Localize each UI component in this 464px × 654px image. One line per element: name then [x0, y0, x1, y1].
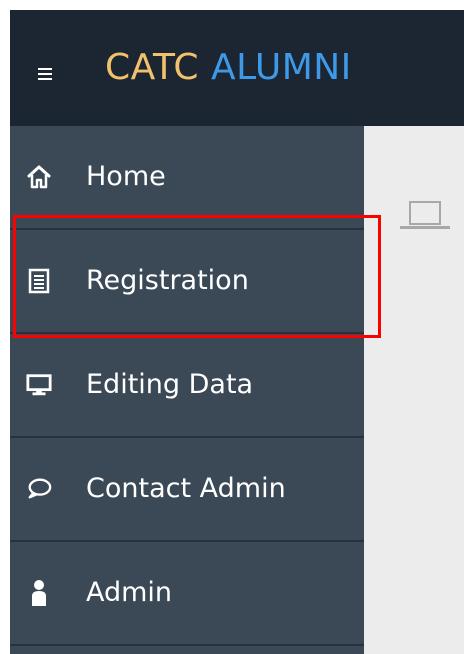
sidebar-item-admin[interactable]: Admin [10, 542, 364, 646]
home-icon [26, 164, 52, 190]
hamburger-icon[interactable] [38, 68, 52, 80]
document-icon [26, 268, 52, 294]
monitor-icon [26, 372, 52, 398]
sidebar-item-label: Home [86, 160, 166, 192]
sidebar-item-label: Editing Data [86, 368, 254, 400]
laptop-icon [398, 196, 450, 240]
sidebar-item-editing-data[interactable]: Editing Data [10, 334, 364, 438]
user-icon [26, 580, 52, 606]
brand-logo[interactable]: CATC ALUMNI [105, 46, 352, 90]
sidebar-item-label: Contact Admin [86, 472, 286, 504]
brand-text-alumni: ALUMNI [210, 47, 352, 88]
chat-bubble-icon [26, 476, 52, 502]
sidebar-item-home[interactable]: Home [10, 126, 364, 230]
sidebar-item-label: Admin [86, 576, 173, 608]
top-navbar: CATC ALUMNI [10, 10, 464, 126]
sidebar-item-registration[interactable]: Registration [10, 230, 364, 334]
app-frame: CATC ALUMNI Home Registration Editing Da… [10, 10, 464, 654]
sidebar-item-label: Registration [86, 264, 249, 296]
brand-text-catc: CATC [105, 47, 199, 88]
sidebar: Home Registration Editing Data Contact A… [10, 126, 364, 654]
sidebar-item-contact-admin[interactable]: Contact Admin [10, 438, 364, 542]
